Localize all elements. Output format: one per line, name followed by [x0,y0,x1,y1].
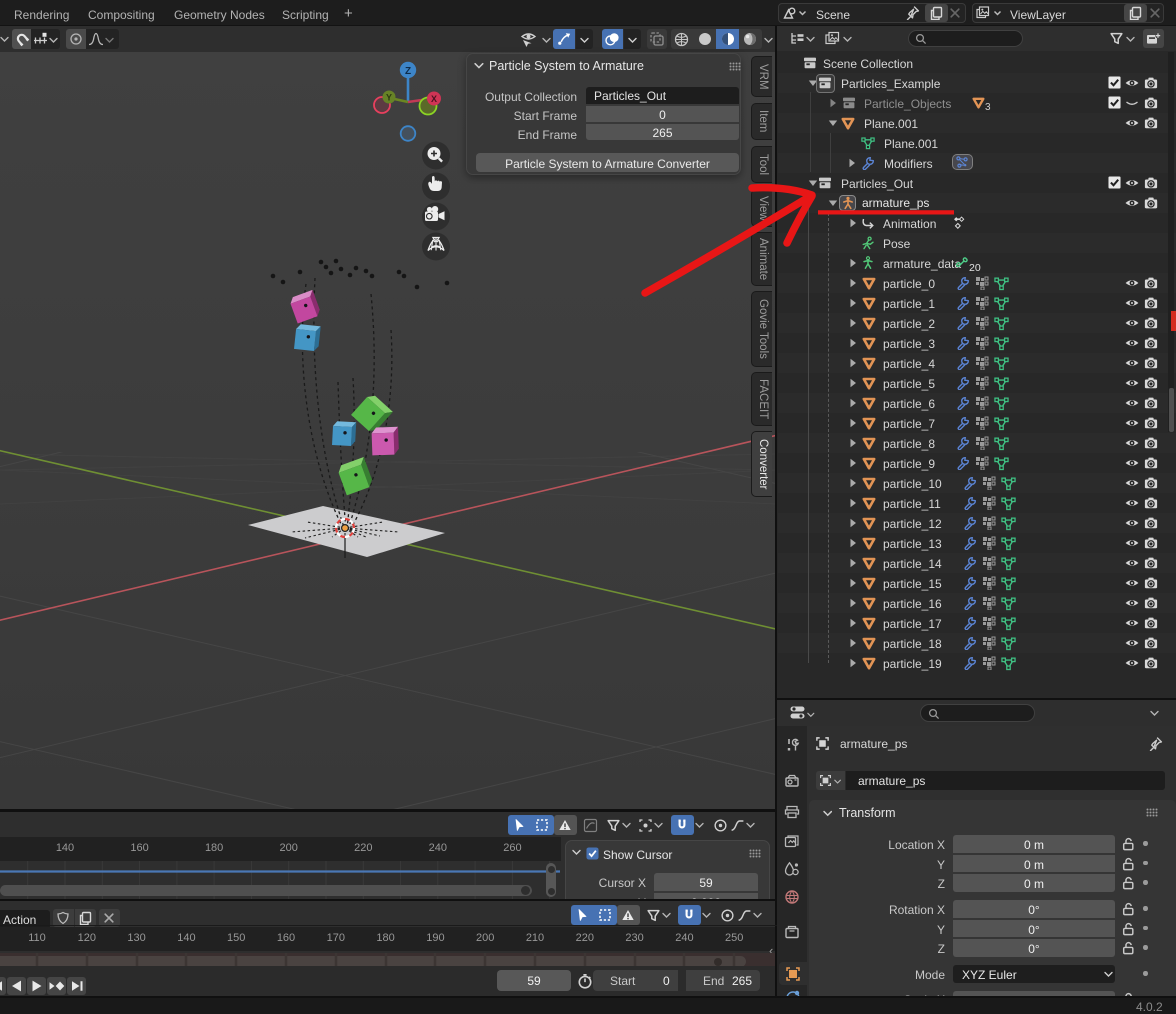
svg-text:Z: Z [405,66,411,77]
